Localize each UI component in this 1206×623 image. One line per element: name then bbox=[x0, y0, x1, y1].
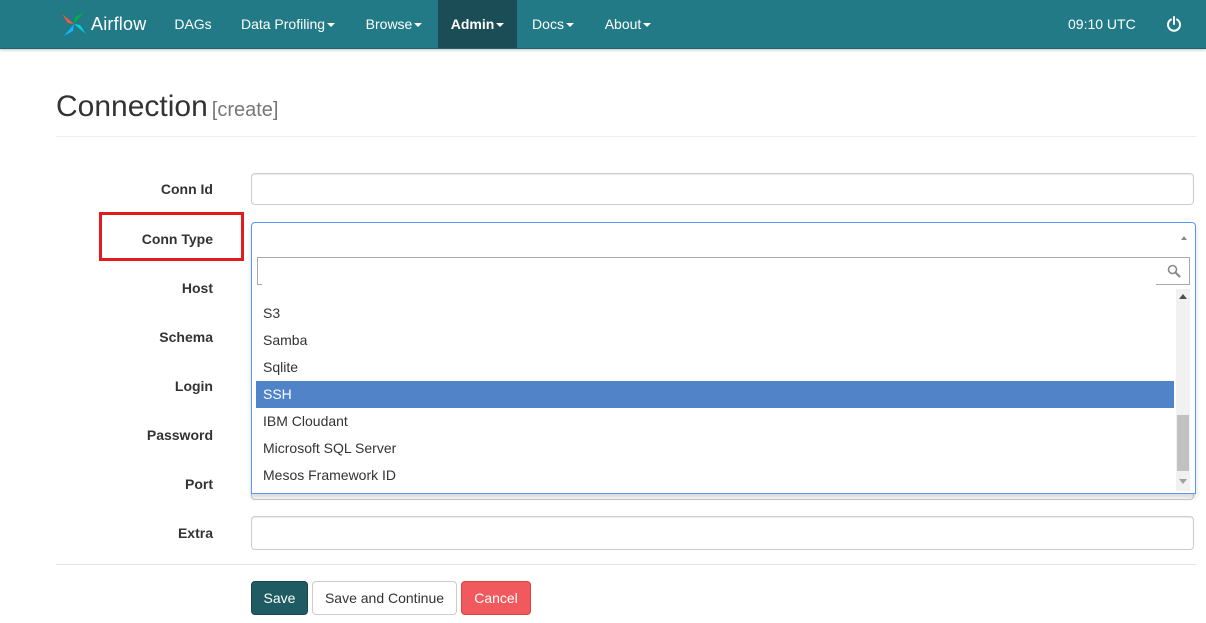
nav-about[interactable]: About bbox=[591, 0, 665, 48]
options-scrollbar[interactable] bbox=[1176, 289, 1190, 491]
search-icon bbox=[1167, 264, 1181, 278]
nav-admin-label: Admin bbox=[450, 16, 495, 32]
caret-down-icon bbox=[414, 23, 423, 28]
option-samba[interactable]: Samba bbox=[256, 327, 1174, 354]
conn-type-search-box[interactable] bbox=[257, 257, 1190, 285]
option-microsoft-sql-server[interactable]: Microsoft SQL Server bbox=[256, 435, 1174, 462]
conn-id-label: Conn Id bbox=[160, 181, 213, 197]
scroll-down-arrow-icon[interactable] bbox=[1179, 479, 1187, 484]
scrollbar-thumb[interactable] bbox=[1177, 415, 1189, 471]
caret-down-icon bbox=[327, 23, 336, 28]
brand-text: Airflow bbox=[91, 13, 147, 34]
utc-clock: 09:10 UTC bbox=[1068, 16, 1136, 32]
conn-type-options-list: Presto S3 Samba Sqlite SSH IBM Cloudant … bbox=[256, 289, 1174, 491]
nav-data-profiling-label: Data Profiling bbox=[240, 16, 326, 32]
option-presto[interactable]: Presto bbox=[256, 289, 1174, 298]
page-title-text: Connection bbox=[56, 90, 208, 123]
nav-data-profiling[interactable]: Data Profiling bbox=[228, 0, 348, 48]
brand-link[interactable]: Airflow bbox=[58, 6, 146, 42]
conn-type-select[interactable]: Presto S3 Samba Sqlite SSH IBM Cloudant … bbox=[251, 222, 1196, 494]
nav-docs[interactable]: Docs bbox=[519, 0, 587, 48]
nav-browse[interactable]: Browse bbox=[352, 0, 436, 48]
conn-type-search-input[interactable] bbox=[262, 259, 1156, 285]
conn-type-highlight-box bbox=[99, 212, 244, 261]
nav-dags[interactable]: DAGs bbox=[160, 0, 226, 48]
option-ibm-cloudant[interactable]: IBM Cloudant bbox=[256, 408, 1174, 435]
save-and-continue-button[interactable]: Save and Continue bbox=[312, 581, 457, 615]
extra-input[interactable] bbox=[251, 516, 1194, 550]
navbar: Airflow DAGs Data Profiling Browse Admin… bbox=[0, 0, 1206, 49]
nav-about-label: About bbox=[604, 16, 642, 32]
dropdown-arrow-up-icon[interactable] bbox=[1181, 236, 1187, 240]
nav-browse-label: Browse bbox=[365, 16, 413, 32]
page-header: Connection [create] bbox=[56, 86, 1196, 137]
nav-dags-label: DAGs bbox=[174, 16, 212, 32]
power-icon[interactable] bbox=[1166, 16, 1182, 32]
save-button[interactable]: Save bbox=[251, 581, 308, 615]
port-label: Port bbox=[185, 476, 213, 492]
scroll-up-arrow-icon[interactable] bbox=[1179, 294, 1187, 299]
option-mesos-framework-id[interactable]: Mesos Framework ID bbox=[256, 462, 1174, 489]
caret-down-icon bbox=[496, 23, 505, 28]
login-label: Login bbox=[174, 378, 213, 394]
caret-down-icon bbox=[565, 23, 574, 28]
schema-label: Schema bbox=[159, 329, 213, 345]
option-ssh[interactable]: SSH bbox=[256, 381, 1174, 408]
nav-docs-label: Docs bbox=[532, 16, 564, 32]
airflow-logo-icon bbox=[62, 12, 86, 36]
form-divider bbox=[56, 564, 1196, 565]
host-label: Host bbox=[181, 280, 213, 296]
page-subtitle: [create] bbox=[211, 99, 279, 121]
cancel-button[interactable]: Cancel bbox=[461, 581, 531, 615]
page-title: Connection [create] bbox=[56, 90, 278, 124]
caret-down-icon bbox=[643, 23, 652, 28]
conn-id-input[interactable] bbox=[251, 173, 1194, 205]
extra-label: Extra bbox=[177, 525, 213, 541]
nav-admin[interactable]: Admin bbox=[438, 0, 517, 48]
password-label: Password bbox=[146, 427, 213, 443]
option-s3[interactable]: S3 bbox=[256, 300, 1174, 327]
option-sqlite[interactable]: Sqlite bbox=[256, 354, 1174, 381]
